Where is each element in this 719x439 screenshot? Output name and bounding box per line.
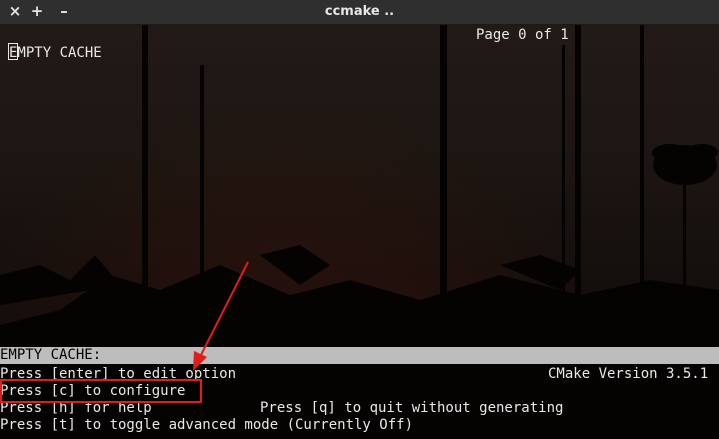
annotation-arrow-icon [193, 261, 249, 371]
window-title: ccmake .. [324, 4, 395, 19]
terminal[interactable]: EMPTY CACHE Page 0 of 1 EMPTY CACHE: Pre… [0, 25, 719, 439]
window-titlebar: × + – ccmake .. [0, 0, 719, 25]
